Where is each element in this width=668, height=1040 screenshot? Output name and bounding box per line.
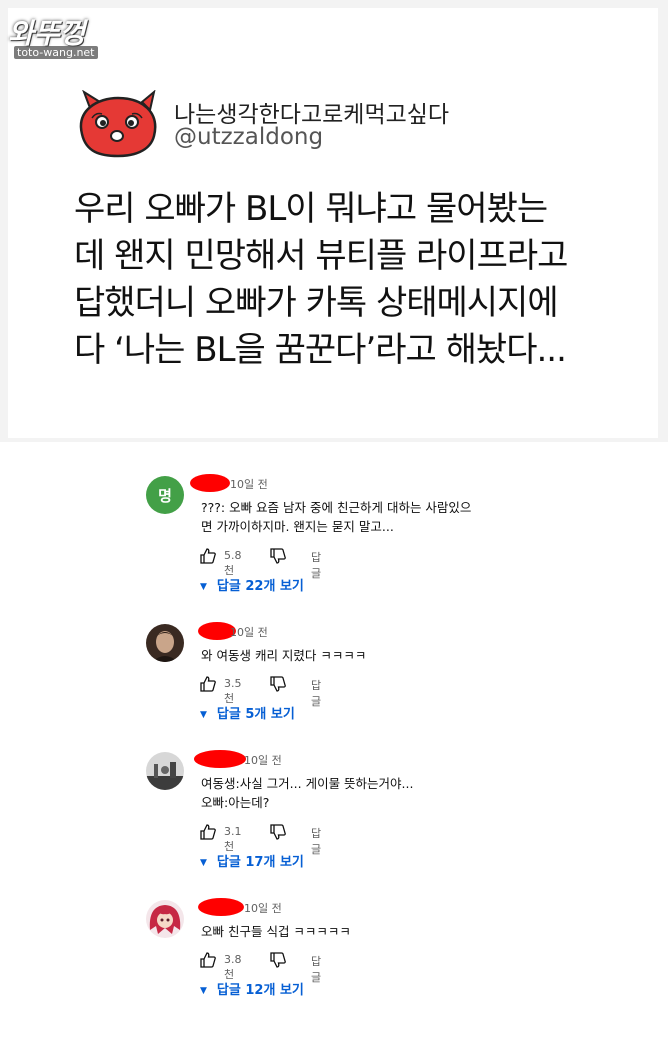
tweet-text-line: 우리 오빠가 BL이 뭐냐고 물어봤는	[74, 189, 548, 229]
reply-button[interactable]: 답글	[311, 677, 321, 709]
comment-text: 오빠 친구들 식겁 ㅋㅋㅋㅋㅋ	[201, 922, 531, 941]
thumbs-up-icon[interactable]	[200, 952, 216, 968]
comment-text-line: 여동생:사실 그거... 게이물 뜻하는거야...	[201, 776, 414, 791]
thumbs-down-icon[interactable]	[270, 824, 286, 840]
comment-timestamp[interactable]: 10일 전	[244, 752, 282, 768]
tweet-text: 우리 오빠가 BL이 뭐냐고 물어봤는 데 왠지 민망해서 뷰티플 라이프라고 …	[74, 186, 654, 374]
comment-text: 와 여동생 캐리 지렸다 ㅋㅋㅋㅋ	[201, 646, 531, 665]
comment-text-line: ???: 오빠 요즘 남자 중에 친근하게 대하는 사람있으	[201, 500, 472, 515]
reply-button[interactable]: 답글	[311, 549, 321, 581]
comment-item: 10일 전 와 여동생 캐리 지렸다 ㅋㅋㅋㅋ 3.5천 답글 ▼ 답글 5개 보…	[0, 622, 668, 764]
site-watermark: 와뚜껑 toto-wang.net	[6, 8, 126, 60]
watermark-url: toto-wang.net	[14, 46, 98, 59]
redacted-username	[190, 474, 230, 492]
chevron-down-icon: ▼	[200, 986, 207, 996]
view-replies-button[interactable]: ▼ 답글 12개 보기	[200, 979, 304, 998]
chevron-down-icon: ▼	[200, 710, 207, 720]
mascot-avatar	[76, 89, 160, 158]
redacted-username	[198, 898, 244, 916]
view-replies-label: 답글 12개 보기	[216, 983, 304, 998]
chevron-down-icon: ▼	[200, 582, 207, 592]
view-replies-label: 답글 5개 보기	[216, 707, 295, 722]
avatar[interactable]	[146, 752, 184, 790]
thumbs-down-icon[interactable]	[270, 548, 286, 564]
view-replies-button[interactable]: ▼ 답글 17개 보기	[200, 851, 304, 870]
comment-text-line: 오빠 친구들 식겁 ㅋㅋㅋㅋㅋ	[201, 924, 351, 939]
comment-timestamp[interactable]: 10일 전	[230, 624, 268, 640]
view-replies-label: 답글 22개 보기	[216, 579, 304, 594]
thumbs-up-icon[interactable]	[200, 676, 216, 692]
view-replies-button[interactable]: ▼ 답글 5개 보기	[200, 703, 295, 722]
like-count: 3.5천	[224, 677, 242, 705]
comment-text-line: 와 여동생 캐리 지렸다 ㅋㅋㅋㅋ	[201, 648, 367, 663]
like-count: 3.8천	[224, 953, 242, 981]
comment-text: 여동생:사실 그거... 게이물 뜻하는거야... 오빠:아는데?	[201, 774, 531, 812]
tweet-author-handle[interactable]: @utzzaldong	[174, 124, 323, 150]
tweet-text-line: 데 왠지 민망해서 뷰티플 라이프라고	[74, 236, 568, 276]
comment-timestamp[interactable]: 10일 전	[244, 900, 282, 916]
like-count: 3.1천	[224, 825, 242, 853]
chevron-down-icon: ▼	[200, 858, 207, 868]
like-count: 5.8천	[224, 549, 242, 577]
tweet-text-line: 답했더니 오빠가 카톡 상태메시지에	[74, 283, 559, 323]
view-replies-button[interactable]: ▼ 답글 22개 보기	[200, 575, 304, 594]
tweet-card: 나는생각한다고로케먹고싶다 @utzzaldong 우리 오빠가 BL이 뭐냐고…	[0, 0, 668, 442]
reply-button[interactable]: 답글	[311, 953, 321, 985]
thumbs-up-icon[interactable]	[200, 548, 216, 564]
comment-item: 10일 전 여동생:사실 그거... 게이물 뜻하는거야... 오빠:아는데? …	[0, 750, 668, 892]
thumbs-up-icon[interactable]	[200, 824, 216, 840]
tweet-text-line: 다 ‘나는 BL을 꿈꾼다’라고 해놨다...	[74, 330, 567, 370]
thumbs-down-icon[interactable]	[270, 952, 286, 968]
comment-timestamp[interactable]: 10일 전	[230, 476, 268, 492]
view-replies-label: 답글 17개 보기	[216, 855, 304, 870]
comment-item: 10일 전 오빠 친구들 식겁 ㅋㅋㅋㅋㅋ 3.8천 답글 ▼ 답글 12개 보기	[0, 898, 668, 1040]
avatar[interactable]: 명	[146, 476, 184, 514]
comment-text-line: 면 가까이하지마. 왠지는 묻지 말고...	[201, 519, 394, 534]
avatar[interactable]	[146, 624, 184, 662]
reply-button[interactable]: 답글	[311, 825, 321, 857]
comment-text-line: 오빠:아는데?	[201, 795, 270, 810]
avatar[interactable]	[146, 900, 184, 938]
comment-text: ???: 오빠 요즘 남자 중에 친근하게 대하는 사람있으 면 가까이하지마.…	[201, 498, 531, 536]
redacted-username	[194, 750, 246, 768]
comment-item: 명 10일 전 ???: 오빠 요즘 남자 중에 친근하게 대하는 사람있으 면…	[0, 474, 668, 616]
tweet-card-body: 나는생각한다고로케먹고싶다 @utzzaldong 우리 오빠가 BL이 뭐냐고…	[8, 8, 658, 438]
thumbs-down-icon[interactable]	[270, 676, 286, 692]
